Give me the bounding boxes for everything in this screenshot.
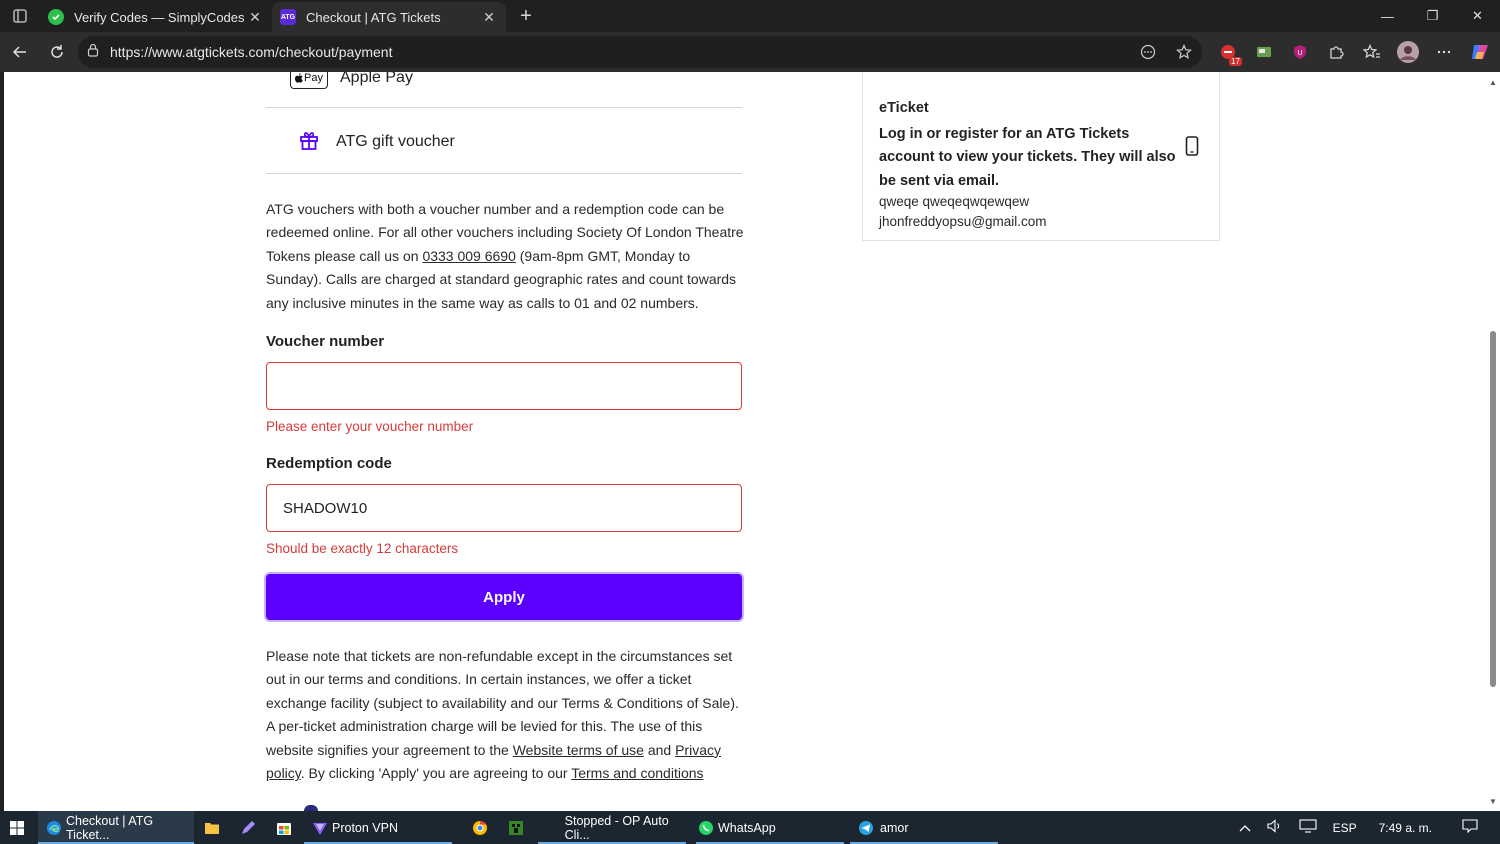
taskbar-item-whatsapp[interactable]: WhatsApp [696,811,844,844]
tab-simplycodes[interactable]: Verify Codes — SimplyCodes ✕ [40,2,272,32]
taskbar: Checkout | ATG Ticket... Proton VPN Stop… [0,811,1500,844]
chevron-up-icon[interactable] [1239,821,1251,835]
order-summary-card-edge [862,72,1220,89]
taskbar-label: Stopped - OP Auto Cli... [564,813,669,842]
tab-actions-icon[interactable] [0,0,40,32]
redemption-code-label: Redemption code [266,455,392,472]
eticket-title: eTicket [879,100,929,116]
terms-text-part2: . By clicking 'Apply' you are agreeing t… [300,765,572,782]
simplycodes-icon [48,9,64,25]
page-viewport: Pay Apple Pay ATG gift voucher ATG vouch… [4,72,1500,811]
terms-text: Please note that tickets are non-refunda… [266,645,746,785]
favorites-icon[interactable] [1354,36,1390,68]
address-bar[interactable]: https://www.atgtickets.com/checkout/paym… [78,36,1202,68]
edge-icon [46,820,62,836]
apple-logo-text: Pay [304,72,323,84]
apply-button[interactable]: Apply [266,574,742,620]
gift-voucher-option[interactable]: ATG gift voucher [298,129,455,155]
adblock-extension-icon[interactable]: 17 [1210,36,1246,68]
terms-text-and: and [643,741,676,758]
autoclicker-icon [546,820,561,836]
minecraft-icon[interactable] [498,811,534,844]
taskbar-item-autoclicker[interactable]: Stopped - OP Auto Cli... [538,811,686,844]
minimize-icon[interactable]: — [1365,0,1410,32]
voucher-number-error: Please enter your voucher number [266,419,474,434]
pen-app-icon[interactable] [230,811,266,844]
language-indicator[interactable]: ESP [1333,821,1357,835]
taskbar-item-telegram[interactable]: amor [850,811,998,844]
clock[interactable]: 7:49 a. m. [1379,821,1432,835]
notification-icon[interactable] [1462,819,1478,836]
customer-name: qweqe qweqeqwqewqew [879,194,1030,209]
system-tray: ESP 7:49 a. m. [1231,811,1500,844]
taskbar-label: WhatsApp [718,820,776,835]
lock-icon[interactable] [86,43,102,62]
website-terms-link[interactable]: Website terms of use [513,742,644,758]
terms-conditions-link[interactable]: Terms and conditions [571,765,703,781]
taskbar-item-protonvpn[interactable]: Proton VPN [304,811,452,844]
gift-icon [298,129,320,156]
taskbar-label: amor [880,820,909,835]
chrome-icon[interactable] [462,811,498,844]
close-window-icon[interactable]: ✕ [1455,0,1500,32]
back-icon[interactable] [2,36,38,68]
close-icon[interactable]: ✕ [480,9,498,26]
divider [266,173,742,174]
copilot-icon[interactable] [1462,36,1498,68]
reload-icon[interactable] [39,36,75,68]
redemption-code-error: Should be exactly 12 characters [266,541,459,556]
scroll-down-icon[interactable]: ▼ [1488,797,1498,807]
tab-bar: Verify Codes — SimplyCodes ✕ ATG Checkou… [0,0,1500,32]
eticket-message: Log in or register for an ATG Tickets ac… [879,126,1176,189]
whatsapp-icon [698,820,714,836]
browser-toolbar: https://www.atgtickets.com/checkout/paym… [0,32,1500,72]
voucher-info-text: ATG vouchers with both a voucher number … [266,198,746,315]
divider [266,107,742,108]
svg-text:U: U [1297,50,1302,57]
volume-icon[interactable] [1267,819,1283,836]
scrollbar-thumb[interactable] [1490,331,1496,687]
avatar[interactable] [1390,36,1426,68]
shield-extension-icon[interactable]: U [1282,36,1318,68]
tab-title: Verify Codes — SimplyCodes [74,9,245,25]
telegram-icon [858,820,874,836]
taskbar-label: Checkout | ATG Ticket... [66,813,154,842]
voucher-number-label: Voucher number [266,333,385,350]
page-scrollbar[interactable]: ▲ ▼ [1486,72,1500,811]
window-controls: — ❐ ✕ [1365,0,1500,32]
reader-mode-icon[interactable] [1130,44,1166,60]
tab-atg-checkout[interactable]: ATG Checkout | ATG Tickets ✕ [272,2,506,32]
redemption-code-input[interactable] [266,484,742,532]
customer-email: jhonfreddyopsu@gmail.com [879,214,1047,229]
taskbar-item-edge[interactable]: Checkout | ATG Ticket... [38,811,194,844]
image-extension-icon[interactable] [1246,36,1282,68]
gift-voucher-label: ATG gift voucher [336,133,455,150]
restore-icon[interactable]: ❐ [1410,0,1455,32]
favorite-star-icon[interactable] [1166,44,1202,60]
apple-pay-label: Apple Pay [340,72,413,86]
extensions-row: 17 U [1210,36,1498,68]
new-tab-button[interactable]: + [510,5,542,28]
extension-badge: 17 [1229,57,1242,66]
scroll-up-icon[interactable]: ▲ [1488,78,1498,88]
network-icon[interactable] [1299,819,1317,836]
protonvpn-icon [312,820,328,836]
file-explorer-icon[interactable] [194,811,230,844]
apple-pay-logo: Pay [290,72,328,89]
taskbar-label: Proton VPN [332,820,399,835]
url-text[interactable]: https://www.atgtickets.com/checkout/paym… [110,44,1130,60]
eticket-card: eTicket Log in or register for an ATG Ti… [862,88,1220,241]
mobile-phone-icon [1185,136,1199,161]
tab-title: Checkout | ATG Tickets [306,9,441,25]
windows-start-icon[interactable] [0,811,34,844]
store-icon[interactable] [266,811,302,844]
more-options-icon[interactable] [1426,36,1462,68]
phone-number[interactable]: 0333 009 6690 [422,248,515,264]
apple-pay-option[interactable]: Pay Apple Pay [290,72,413,90]
puzzle-icon[interactable] [1318,36,1354,68]
close-icon[interactable]: ✕ [246,9,264,26]
voucher-number-input[interactable] [266,362,742,410]
atg-icon: ATG [280,9,296,25]
